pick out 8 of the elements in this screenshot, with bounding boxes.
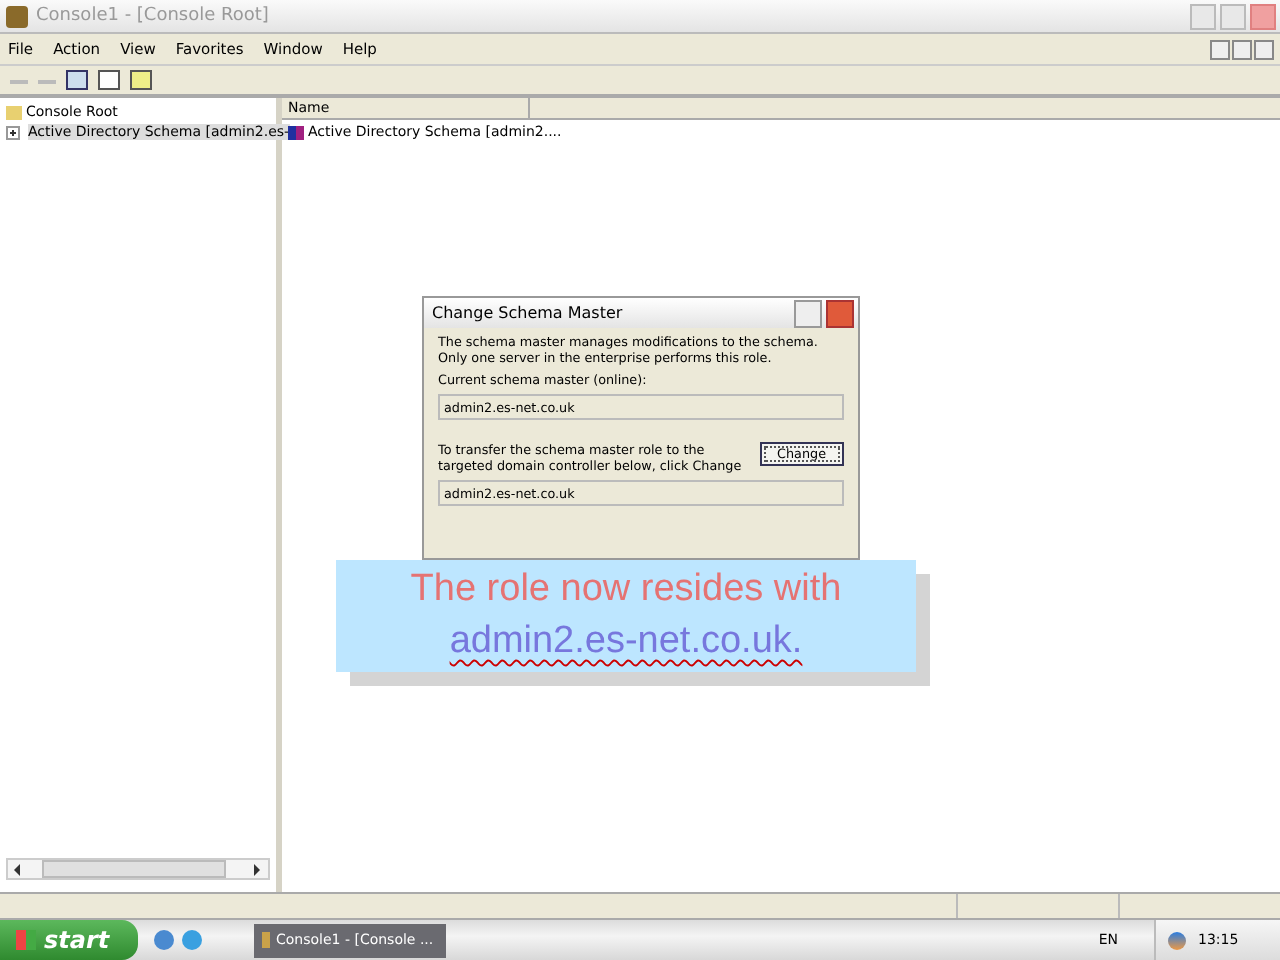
snap-in-icon xyxy=(288,125,304,139)
dialog-title: Change Schema Master xyxy=(432,304,625,322)
scroll-bar[interactable] xyxy=(6,858,270,880)
callout-text: admin2.es-net.co.uk. xyxy=(449,618,803,666)
window-title: Console1 - [Console Root] xyxy=(36,6,271,26)
callout-text: The role now resides with xyxy=(410,566,842,614)
expander-icon[interactable] xyxy=(6,125,20,139)
folder-icon xyxy=(6,105,22,119)
